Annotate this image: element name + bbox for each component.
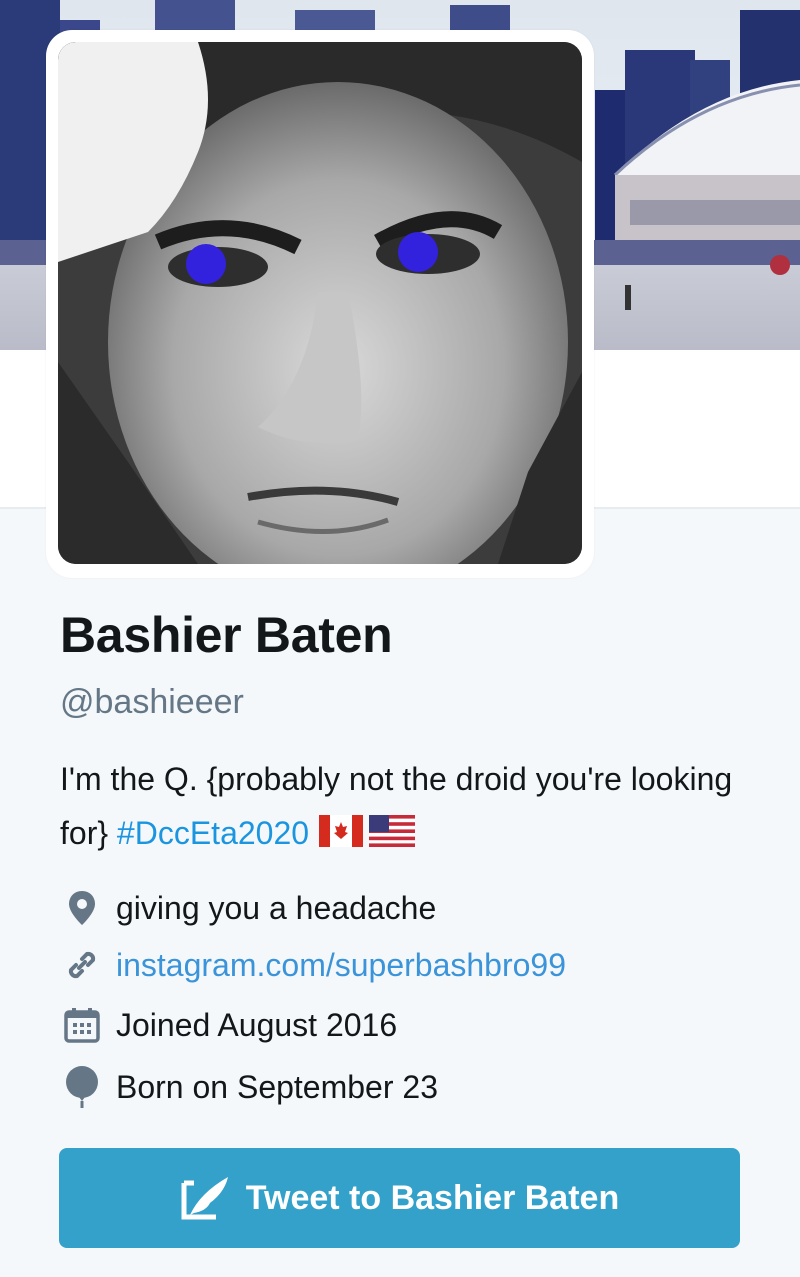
location-text: giving you a headache	[116, 889, 437, 926]
birthday-text: Born on September 23	[116, 1068, 438, 1105]
website-link[interactable]: instagram.com/superbashbro99	[116, 947, 566, 984]
bio-hashtag-link[interactable]: #DccEta2020	[117, 815, 309, 851]
canada-flag-icon	[319, 809, 364, 863]
link-icon	[60, 943, 104, 987]
profile-joined-date: Joined August 2016	[60, 1001, 397, 1049]
joined-text: Joined August 2016	[116, 1006, 398, 1043]
compose-quill-icon	[180, 1173, 234, 1223]
profile-name[interactable]: Bashier Baten	[60, 606, 393, 664]
tweet-to-button[interactable]: Tweet to Bashier Baten	[59, 1148, 740, 1248]
balloon-icon	[60, 1065, 104, 1109]
avatar-photo	[58, 42, 582, 564]
map-pin-icon	[60, 886, 104, 930]
profile-website[interactable]: instagram.com/superbashbro99	[60, 941, 566, 989]
profile-bio: I'm the Q. {probably not the droid you'r…	[60, 752, 760, 863]
profile-birthday: Born on September 23	[60, 1063, 438, 1111]
usa-flag-icon	[369, 809, 416, 863]
calendar-icon	[60, 1003, 104, 1047]
profile-handle[interactable]: @bashieeer	[60, 683, 244, 722]
tweet-to-label: Tweet to Bashier Baten	[245, 1178, 620, 1217]
profile-avatar[interactable]	[46, 30, 594, 578]
profile-location: giving you a headache	[60, 884, 436, 932]
